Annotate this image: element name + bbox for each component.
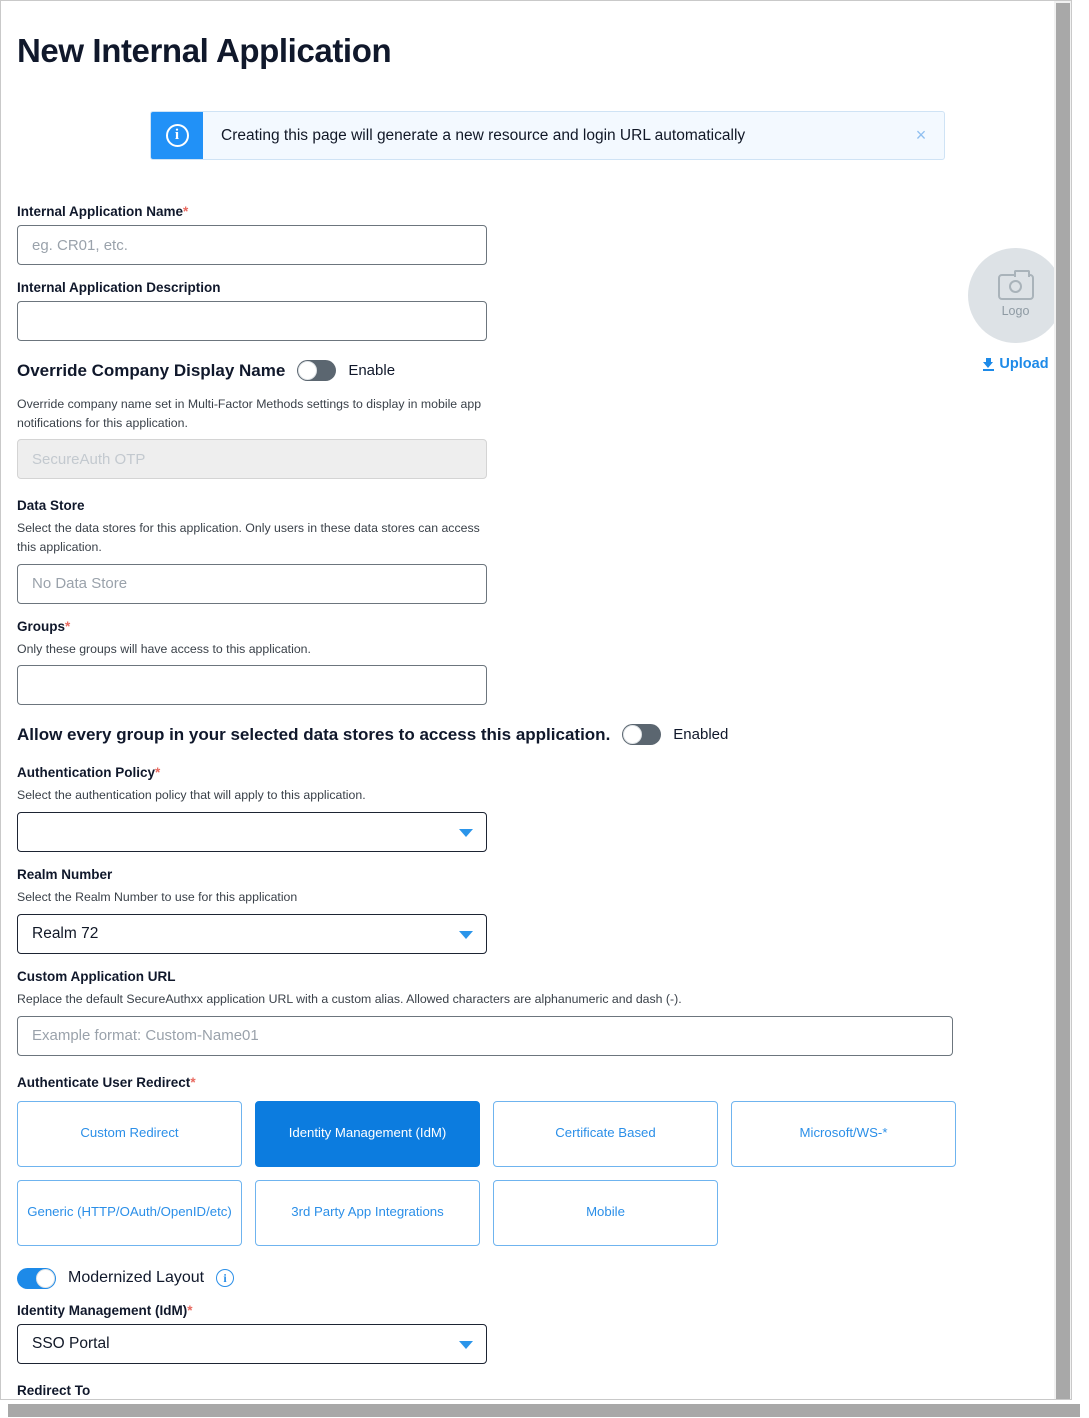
data-store-input[interactable]	[17, 563, 487, 604]
auth-policy-select-wrap	[17, 812, 487, 853]
page-title: New Internal Application	[17, 32, 392, 69]
override-company-toggle-state: Enable	[348, 362, 396, 379]
override-company-toggle[interactable]	[297, 360, 337, 381]
required-marker: *	[190, 1074, 196, 1090]
label-groups: Groups*	[17, 618, 71, 634]
groups-description: Only these groups will have access to th…	[17, 641, 311, 656]
idm-select[interactable]: SSO Portal	[17, 1323, 487, 1364]
redirect-option-3rd-party-app-integrations[interactable]: 3rd Party App Integrations	[255, 1179, 480, 1246]
required-marker: *	[183, 204, 189, 219]
horizontal-scrollbar-thumb[interactable]	[8, 1404, 1080, 1417]
override-company-toggle-row: Override Company Display Name Enable	[17, 360, 1071, 381]
download-arrow-icon	[983, 357, 995, 371]
label-app-description: Internal Application Description	[17, 280, 221, 295]
realm-number-select[interactable]: Realm 72	[17, 913, 487, 954]
camera-lens-icon	[1009, 280, 1022, 293]
banner-container: i Creating this page will generate a new…	[17, 111, 1071, 160]
label-auth-policy: Authentication Policy*	[17, 765, 161, 781]
label-authenticate-user-redirect: Authenticate User Redirect*	[17, 1074, 196, 1090]
form-area: Internal Application Name* Internal Appl…	[17, 204, 1071, 1399]
logo-placeholder[interactable]: Logo	[968, 248, 1063, 343]
label-idm: Identity Management (IdM)*	[17, 1302, 193, 1318]
modernized-layout-label: Modernized Layout	[68, 1269, 205, 1286]
info-banner: i Creating this page will generate a new…	[150, 111, 945, 160]
required-marker: *	[187, 1302, 193, 1318]
realm-number-description: Select the Realm Number to use for this …	[17, 890, 298, 905]
label-redirect-to: Redirect To	[17, 1382, 91, 1398]
info-circle-icon[interactable]: i	[216, 1269, 235, 1287]
auth-policy-description: Select the authentication policy that wi…	[17, 788, 366, 803]
info-circle-icon: i	[165, 124, 189, 147]
groups-input[interactable]	[17, 665, 487, 706]
allow-every-group-toggle[interactable]	[622, 724, 662, 746]
horizontal-scrollbar-track[interactable]	[0, 1400, 1089, 1418]
redirect-option-certificate-based[interactable]: Certificate Based	[493, 1100, 718, 1167]
modernized-layout-toggle[interactable]	[17, 1267, 56, 1289]
label-custom-app-url: Custom Application URL	[17, 968, 176, 984]
realm-number-select-wrap: Realm 72	[17, 913, 487, 954]
redirect-option-generic[interactable]: Generic (HTTP/OAuth/OpenID/etc)	[17, 1179, 242, 1246]
modernized-layout-row: Modernized Layout i	[17, 1267, 1071, 1289]
vertical-scrollbar-thumb[interactable]	[1056, 3, 1070, 1399]
required-marker: *	[65, 618, 71, 634]
close-icon[interactable]: ×	[898, 112, 944, 159]
app-name-input[interactable]	[17, 225, 487, 265]
override-company-description: Override company name set in Multi-Facto…	[17, 397, 482, 430]
logo-label: Logo	[1001, 303, 1030, 318]
override-company-heading: Override Company Display Name	[17, 360, 286, 380]
logo-upload-block: Logo Upload	[968, 248, 1064, 372]
page-content: New Internal Application i Creating this…	[1, 32, 1071, 1399]
app-description-input[interactable]	[17, 301, 487, 341]
allow-every-group-toggle-state: Enabled	[673, 726, 729, 744]
upload-button[interactable]: Upload	[968, 356, 1064, 372]
required-marker: *	[155, 765, 161, 781]
custom-app-url-input[interactable]	[17, 1015, 953, 1056]
banner-message: Creating this page will generate a new r…	[221, 126, 746, 144]
custom-app-url-description: Replace the default SecureAuthxx applica…	[17, 991, 682, 1006]
redirect-option-mobile[interactable]: Mobile	[493, 1179, 718, 1246]
idm-select-wrap: SSO Portal	[17, 1323, 487, 1364]
label-realm-number: Realm Number	[17, 867, 113, 883]
vertical-scrollbar-track[interactable]	[1054, 1, 1071, 1399]
allow-every-group-toggle-row: Allow every group in your selected data …	[17, 724, 1071, 746]
application-page-frame: New Internal Application i Creating this…	[0, 0, 1072, 1400]
redirect-option-microsoft-ws[interactable]: Microsoft/WS-*	[731, 1100, 956, 1167]
camera-icon	[997, 269, 1034, 300]
label-data-store: Data Store	[17, 498, 85, 514]
auth-policy-select[interactable]	[17, 812, 487, 853]
banner-icon-cell: i	[151, 112, 203, 159]
redirect-option-identity-management[interactable]: Identity Management (IdM)	[255, 1100, 480, 1167]
redirect-option-custom-redirect[interactable]: Custom Redirect	[17, 1100, 242, 1167]
label-app-name: Internal Application Name*	[17, 204, 189, 219]
upload-label: Upload	[999, 356, 1049, 372]
allow-every-group-heading: Allow every group in your selected data …	[17, 724, 611, 744]
override-company-input	[17, 439, 487, 480]
data-store-description: Select the data stores for this applicat…	[17, 521, 480, 555]
authenticate-user-redirect-options: Custom Redirect Identity Management (IdM…	[17, 1100, 967, 1246]
